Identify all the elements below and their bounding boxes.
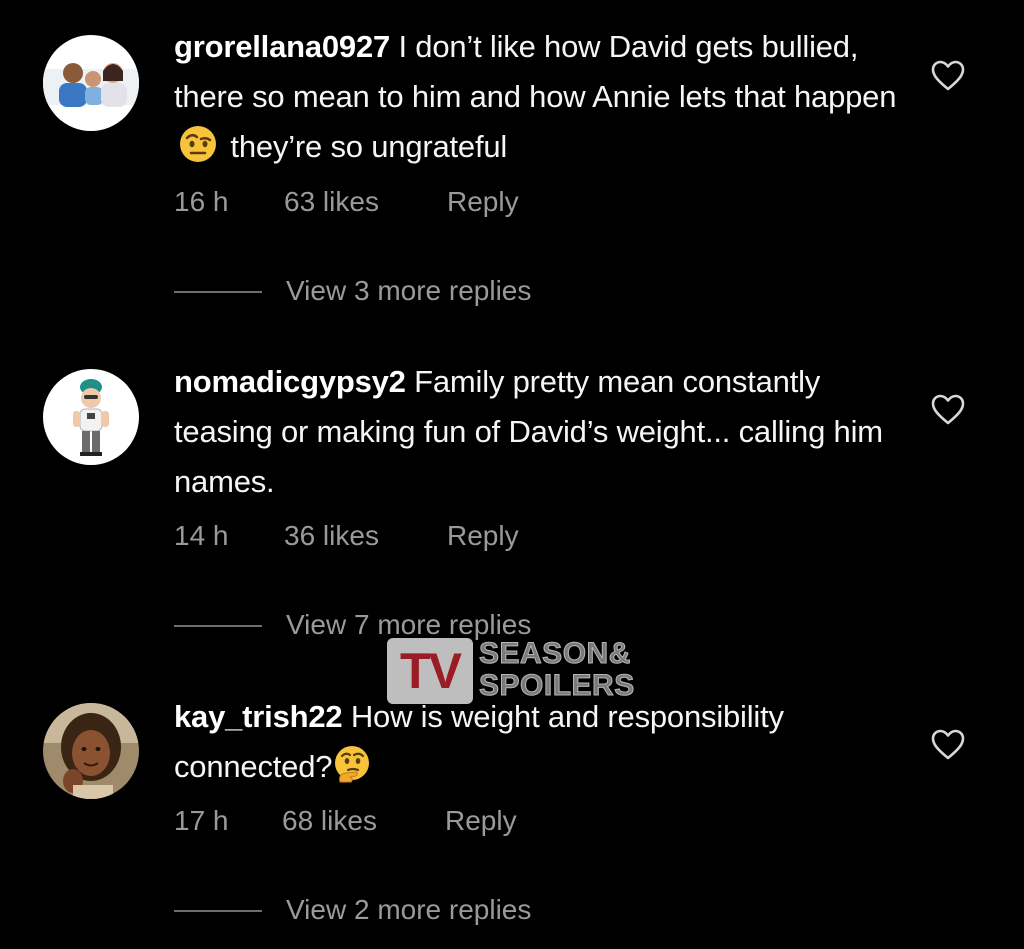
comment-likes-count[interactable]: 68 likes xyxy=(282,801,377,841)
avatar[interactable] xyxy=(43,369,139,465)
avatar[interactable] xyxy=(43,703,139,799)
comment-timestamp: 14 h xyxy=(174,520,229,551)
like-heart-icon[interactable] xyxy=(931,729,965,761)
comment-username[interactable]: nomadicgypsy2 xyxy=(174,364,406,399)
replies-divider-line xyxy=(174,291,262,293)
watermark-line-2: SPOILERS xyxy=(479,669,635,702)
like-heart-icon[interactable] xyxy=(931,394,965,426)
reply-button[interactable]: Reply xyxy=(447,182,519,222)
like-heart-icon[interactable] xyxy=(931,60,965,92)
watermark-logo-mark: TV xyxy=(400,643,462,699)
thinking-face-emoji-icon xyxy=(332,744,372,784)
user-avatar-photo xyxy=(43,703,139,799)
user-avatar-bitmoji xyxy=(43,369,139,465)
comment-body-continued: they’re so ungrateful xyxy=(230,129,508,164)
comment-likes-count[interactable]: 63 likes xyxy=(284,182,379,222)
reply-button[interactable]: Reply xyxy=(445,801,517,841)
replies-divider-line xyxy=(174,910,262,912)
comment-likes-count[interactable]: 36 likes xyxy=(284,516,379,556)
user-avatar-photo xyxy=(43,35,139,131)
comment-text: grorellana0927 I don’t like how David ge… xyxy=(174,22,904,172)
comment-text: nomadicgypsy2 Family pretty mean constan… xyxy=(174,357,904,507)
comment-timestamp: 16 h xyxy=(174,186,229,217)
tv-season-spoilers-watermark: TV SEASON& SPOILERS xyxy=(387,636,642,708)
comment-username[interactable]: grorellana0927 xyxy=(174,29,390,64)
reply-button[interactable]: Reply xyxy=(447,516,519,556)
comment-timestamp: 17 h xyxy=(174,805,229,836)
comment-username[interactable]: kay_trish22 xyxy=(174,699,343,734)
watermark-line-1: SEASON& xyxy=(479,637,631,670)
raised-eyebrow-emoji-icon xyxy=(178,124,218,164)
avatar[interactable] xyxy=(43,35,139,131)
view-more-replies-label[interactable]: View 3 more replies xyxy=(286,271,531,311)
replies-divider-line xyxy=(174,625,262,627)
view-more-replies-label[interactable]: View 2 more replies xyxy=(286,890,531,930)
